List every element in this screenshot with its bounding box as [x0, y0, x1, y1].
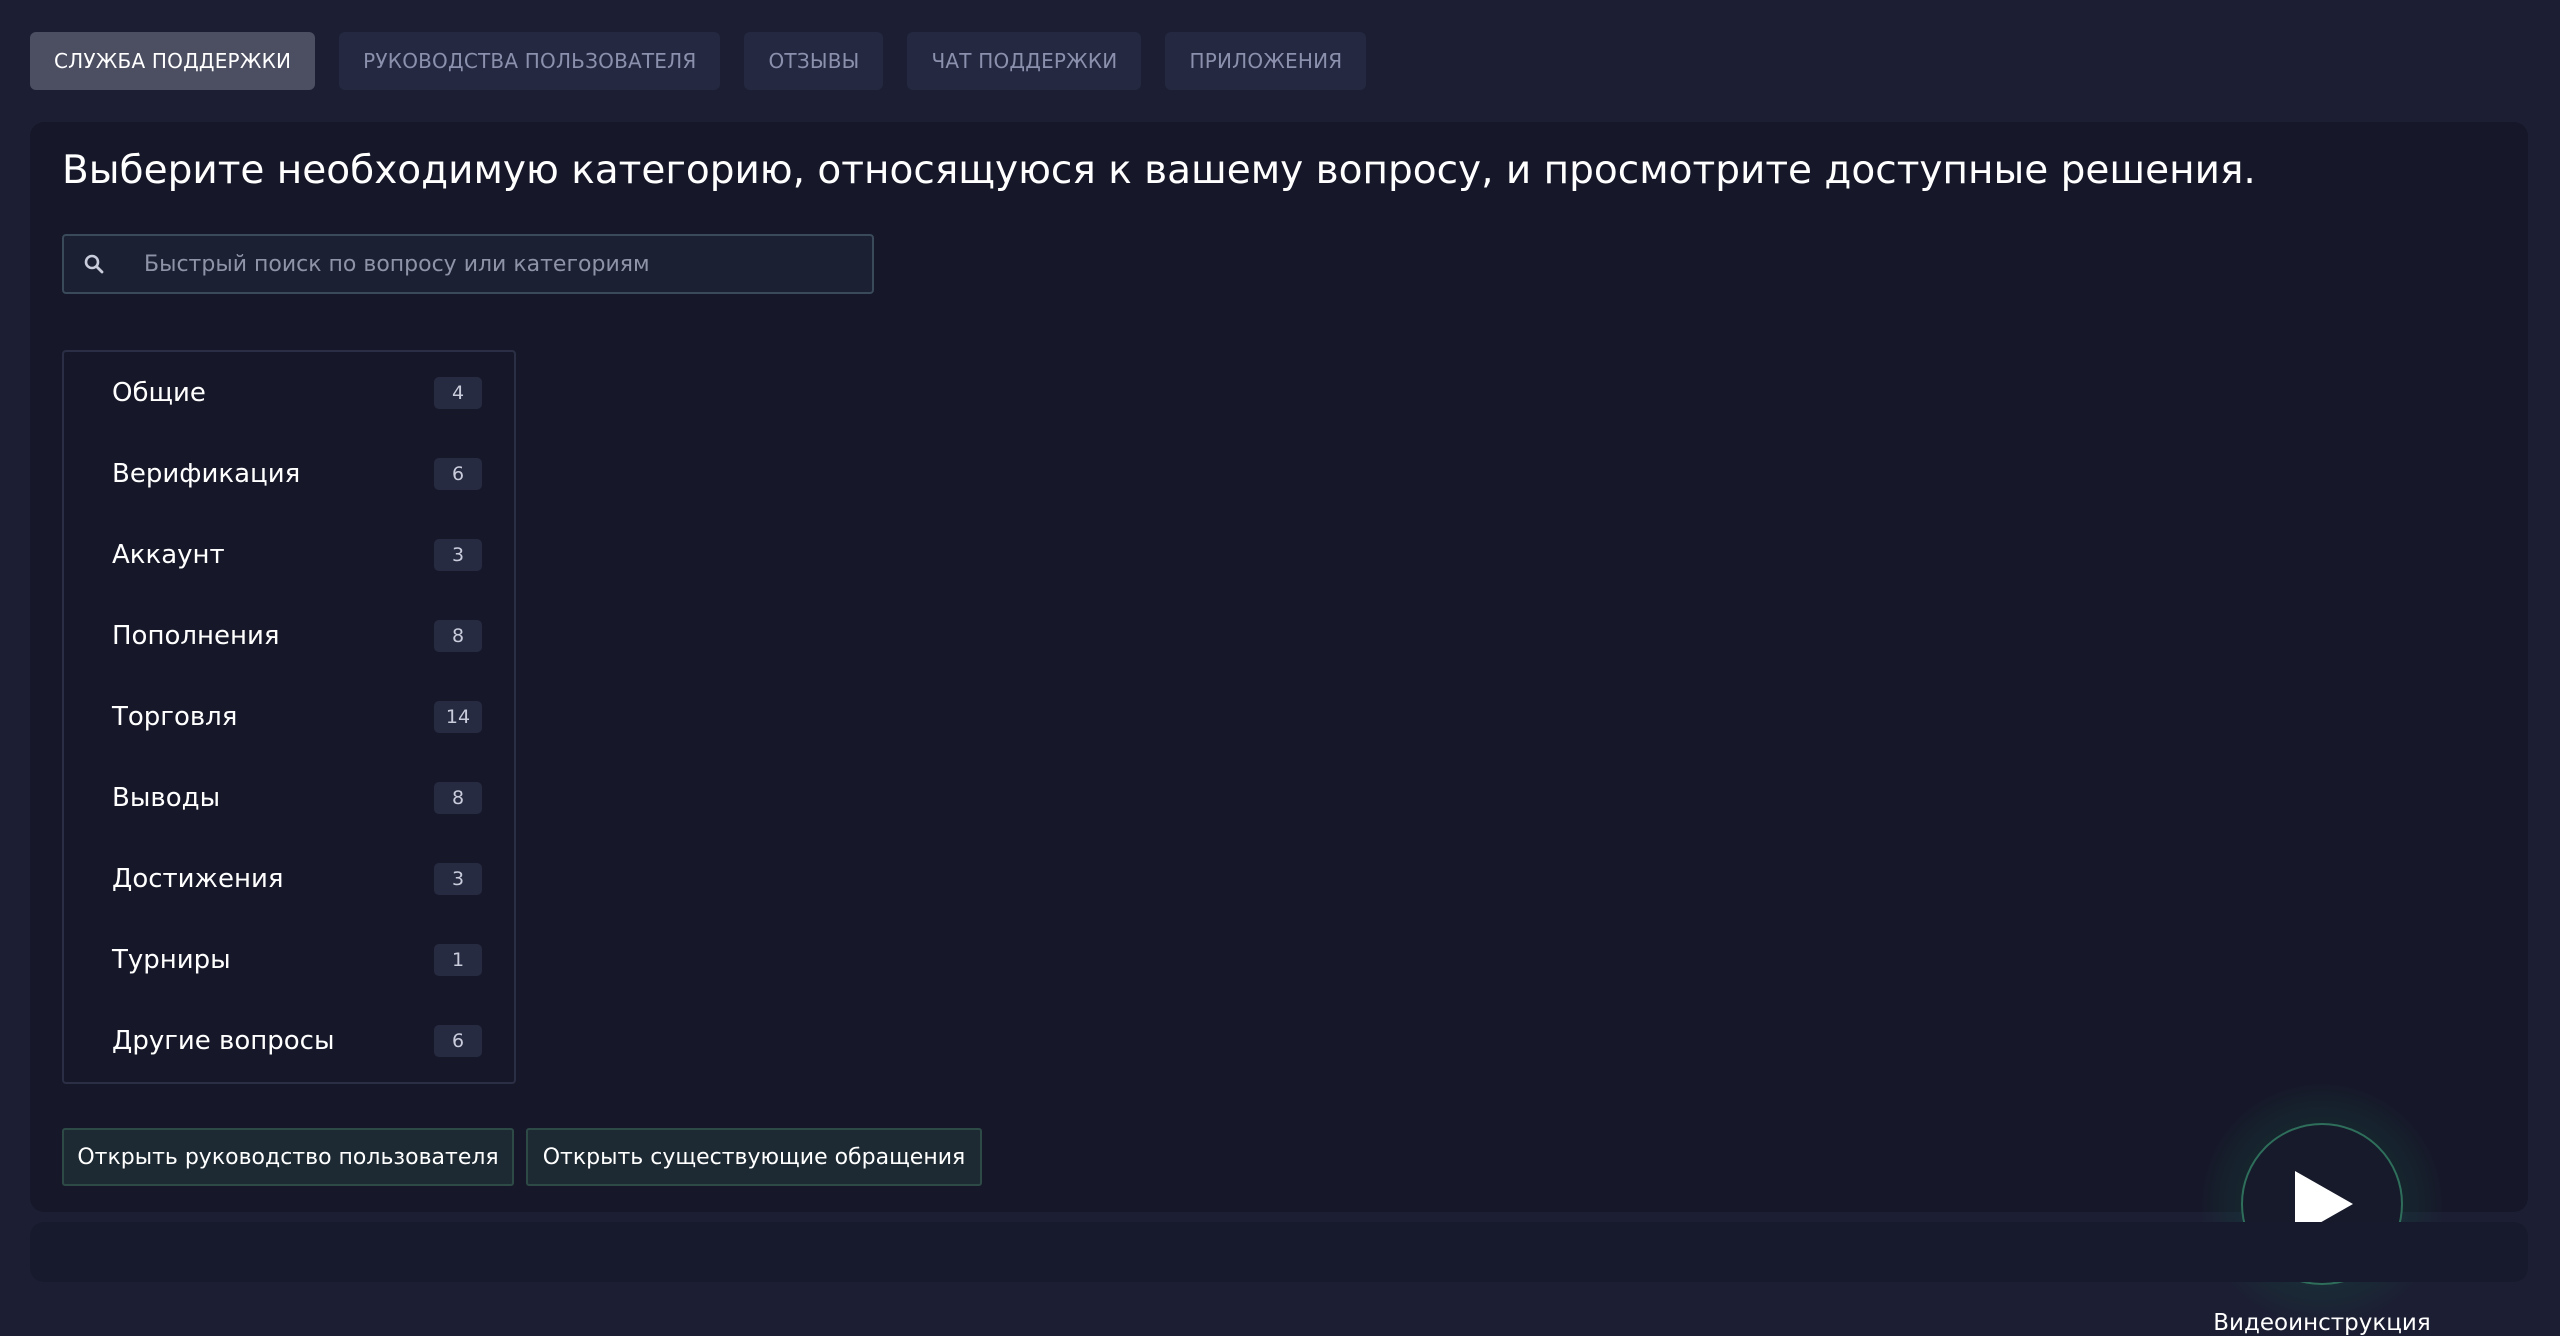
category-label: Верификация — [112, 458, 301, 489]
category-count-badge: 6 — [434, 1024, 482, 1057]
category-label: Пополнения — [112, 620, 280, 651]
video-guide-button[interactable] — [2202, 1084, 2442, 1324]
category-label: Выводы — [112, 782, 221, 813]
video-guide-label: Видеоинструкция — [2213, 1310, 2431, 1336]
category-count-badge: 14 — [434, 700, 482, 733]
top-tabs: СЛУЖБА ПОДДЕРЖКИ РУКОВОДСТВА ПОЛЬЗОВАТЕЛ… — [30, 32, 1367, 90]
open-existing-tickets-button[interactable]: Открыть существующие обращения — [526, 1128, 982, 1186]
category-count-badge: 3 — [434, 538, 482, 571]
category-list: Общие 4 Верификация 6 Аккаунт 3 Пополнен… — [62, 350, 516, 1084]
category-trading[interactable]: Торговля 14 — [64, 676, 514, 757]
tab-support-chat[interactable]: ЧАТ ПОДДЕРЖКИ — [907, 32, 1142, 90]
lower-panel-edge — [30, 1222, 2528, 1282]
category-count-badge: 1 — [434, 943, 482, 976]
category-label: Торговля — [112, 701, 238, 732]
support-panel: Выберите необходимую категорию, относящу… — [30, 122, 2528, 1336]
open-user-guide-button[interactable]: Открыть руководство пользователя — [62, 1128, 514, 1186]
category-deposits[interactable]: Пополнения 8 — [64, 595, 514, 676]
tab-support[interactable]: СЛУЖБА ПОДДЕРЖКИ — [30, 32, 316, 90]
category-achievements[interactable]: Достижения 3 — [64, 838, 514, 919]
category-label: Аккаунт — [112, 539, 225, 570]
category-account[interactable]: Аккаунт 3 — [64, 514, 514, 595]
search-input[interactable] — [124, 236, 872, 292]
category-label: Другие вопросы — [112, 1025, 335, 1056]
category-label: Турниры — [112, 944, 231, 975]
category-count-badge: 8 — [434, 619, 482, 652]
category-withdrawals[interactable]: Выводы 8 — [64, 757, 514, 838]
page-title: Выберите необходимую категорию, относящу… — [62, 148, 2256, 193]
category-tournaments[interactable]: Турниры 1 — [64, 919, 514, 1000]
tab-reviews[interactable]: ОТЗЫВЫ — [744, 32, 884, 90]
category-verification[interactable]: Верификация 6 — [64, 433, 514, 514]
category-label: Общие — [112, 377, 206, 408]
tab-user-guides[interactable]: РУКОВОДСТВА ПОЛЬЗОВАТЕЛЯ — [339, 32, 721, 90]
category-count-badge: 6 — [434, 457, 482, 490]
category-count-badge: 8 — [434, 781, 482, 814]
category-other[interactable]: Другие вопросы 6 — [64, 1000, 514, 1081]
search-box — [62, 234, 874, 294]
category-count-badge: 3 — [434, 862, 482, 895]
search-icon[interactable] — [64, 236, 124, 292]
category-count-badge: 4 — [434, 376, 482, 409]
category-label: Достижения — [112, 863, 284, 894]
category-general[interactable]: Общие 4 — [64, 352, 514, 433]
tab-apps[interactable]: ПРИЛОЖЕНИЯ — [1165, 32, 1367, 90]
